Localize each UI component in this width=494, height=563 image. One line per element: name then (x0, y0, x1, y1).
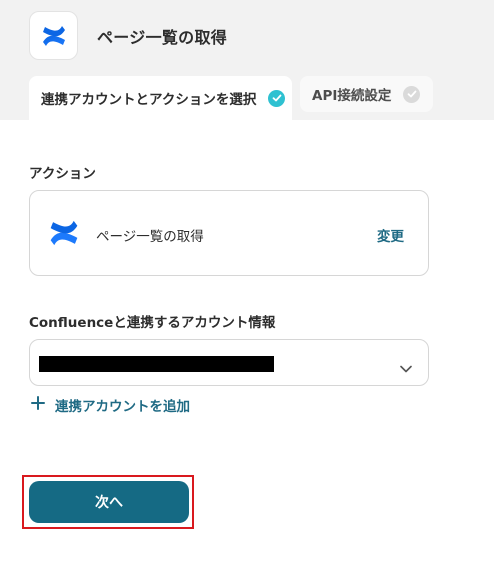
plus-icon (31, 396, 45, 414)
page-title: ページ一覧の取得 (97, 28, 228, 47)
change-action-link[interactable]: 変更 (377, 225, 404, 245)
tab-select-account-action[interactable]: 連携アカウントとアクションを選択 (29, 76, 292, 120)
tab-label: 連携アカウントとアクションを選択 (41, 92, 257, 108)
account-section-label: Confluenceと連携するアカウント情報 (29, 315, 276, 331)
add-account-label: 連携アカウントを追加 (55, 399, 190, 415)
confluence-logo-icon (47, 216, 81, 254)
action-section-label: アクション (29, 166, 96, 182)
action-name: ページ一覧の取得 (96, 229, 204, 245)
check-circle-icon (403, 85, 421, 103)
account-select[interactable] (29, 339, 429, 386)
action-card: ページ一覧の取得 変更 (29, 190, 429, 276)
chevron-down-icon (400, 358, 412, 377)
tab-api-settings[interactable]: API接続設定 (300, 76, 433, 112)
check-circle-icon (268, 89, 286, 107)
next-button[interactable]: 次へ (29, 481, 189, 523)
confluence-logo-icon (29, 11, 78, 60)
redacted-account-value (39, 356, 274, 372)
header-area: ページ一覧の取得 連携アカウントとアクションを選択 API接続設定 (0, 0, 494, 120)
tab-label: API接続設定 (312, 88, 392, 104)
add-account-button[interactable]: 連携アカウントを追加 (31, 395, 190, 415)
